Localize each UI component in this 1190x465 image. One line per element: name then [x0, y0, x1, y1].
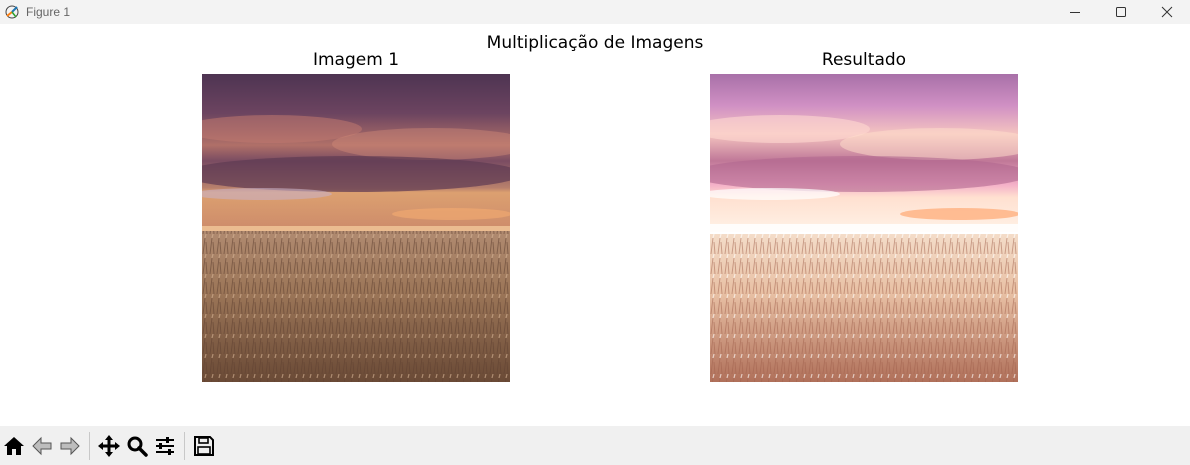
- configure-subplots-button[interactable]: [152, 431, 178, 461]
- arrow-left-icon: [32, 436, 52, 455]
- window-titlebar: Figure 1: [0, 0, 1190, 24]
- minimize-button[interactable]: [1052, 0, 1098, 24]
- close-button[interactable]: [1144, 0, 1190, 24]
- pan-button[interactable]: [96, 431, 122, 461]
- figure-canvas: Multiplicação de Imagens Imagem 1 Result…: [0, 24, 1190, 426]
- close-icon: [1161, 6, 1173, 18]
- axes-title-original: Imagem 1: [312, 50, 400, 70]
- home-button[interactable]: [1, 431, 27, 461]
- window-controls: [1052, 0, 1190, 24]
- forward-button[interactable]: [57, 431, 83, 461]
- move-icon: [98, 434, 120, 457]
- zoom-button[interactable]: [124, 431, 150, 461]
- maximize-icon: [1116, 7, 1126, 17]
- arrow-right-icon: [60, 436, 80, 455]
- home-icon: [4, 436, 24, 455]
- matplotlib-icon: [5, 5, 19, 19]
- result-image: [710, 74, 1018, 382]
- floppy-disk-icon: [194, 435, 214, 456]
- toolbar-separator: [89, 431, 90, 460]
- sliders-icon: [156, 436, 174, 455]
- maximize-button[interactable]: [1098, 0, 1144, 24]
- minimize-icon: [1070, 12, 1080, 13]
- original-image: [202, 74, 510, 382]
- navigation-toolbar: [0, 426, 1190, 465]
- axes-title-result: Resultado: [821, 50, 907, 70]
- magnifier-icon: [127, 436, 148, 457]
- toolbar-separator: [184, 431, 185, 460]
- save-button[interactable]: [191, 431, 217, 461]
- window-title: Figure 1: [26, 5, 71, 19]
- back-button[interactable]: [29, 431, 55, 461]
